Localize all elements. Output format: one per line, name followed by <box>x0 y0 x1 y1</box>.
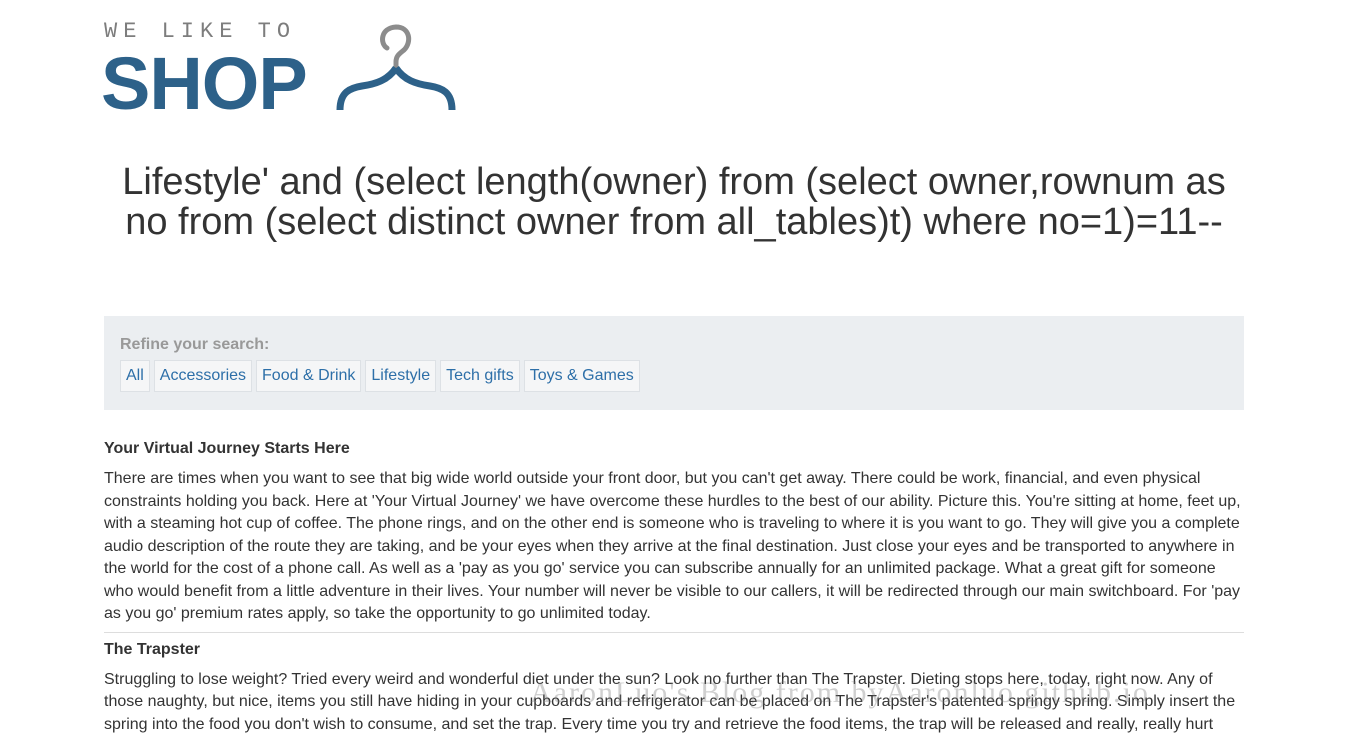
site-logo[interactable]: WE LIKE TO SHOP <box>101 0 1244 124</box>
article-body: There are times when you want to see tha… <box>104 470 1241 622</box>
filter-label: Refine your search: <box>120 336 270 353</box>
filter-lifestyle[interactable]: Lifestyle <box>365 360 437 392</box>
article-body: Struggling to lose weight? Tried every w… <box>104 670 1236 733</box>
article-title[interactable]: Your Virtual Journey Starts Here <box>104 436 1244 460</box>
filter-all[interactable]: All <box>120 360 150 392</box>
logo-wordmark: SHOP <box>101 42 308 125</box>
filter-list: All Accessories Food & Drink Lifestyle T… <box>120 360 640 392</box>
filter-toys-games[interactable]: Toys & Games <box>523 360 640 392</box>
filter-panel: Refine your search: All Accessories Food… <box>104 316 1244 410</box>
logo-tagline: WE LIKE TO <box>104 19 297 44</box>
hanger-icon <box>336 24 456 111</box>
article-item: The Trapster Struggling to lose weight? … <box>104 637 1244 736</box>
filter-tech-gifts[interactable]: Tech gifts <box>440 360 520 392</box>
article-item: Your Virtual Journey Starts Here There a… <box>104 436 1244 633</box>
page: WE LIKE TO SHOP Lifestyle' and (select l… <box>0 0 1359 736</box>
article-list: Your Virtual Journey Starts Here There a… <box>104 436 1244 736</box>
filter-food-drink[interactable]: Food & Drink <box>256 360 362 392</box>
filter-accessories[interactable]: Accessories <box>153 360 253 392</box>
main-container: WE LIKE TO SHOP Lifestyle' and (select l… <box>101 0 1244 733</box>
page-title: Lifestyle' and (select length(owner) fro… <box>122 161 1226 243</box>
article-title[interactable]: The Trapster <box>104 637 1244 661</box>
